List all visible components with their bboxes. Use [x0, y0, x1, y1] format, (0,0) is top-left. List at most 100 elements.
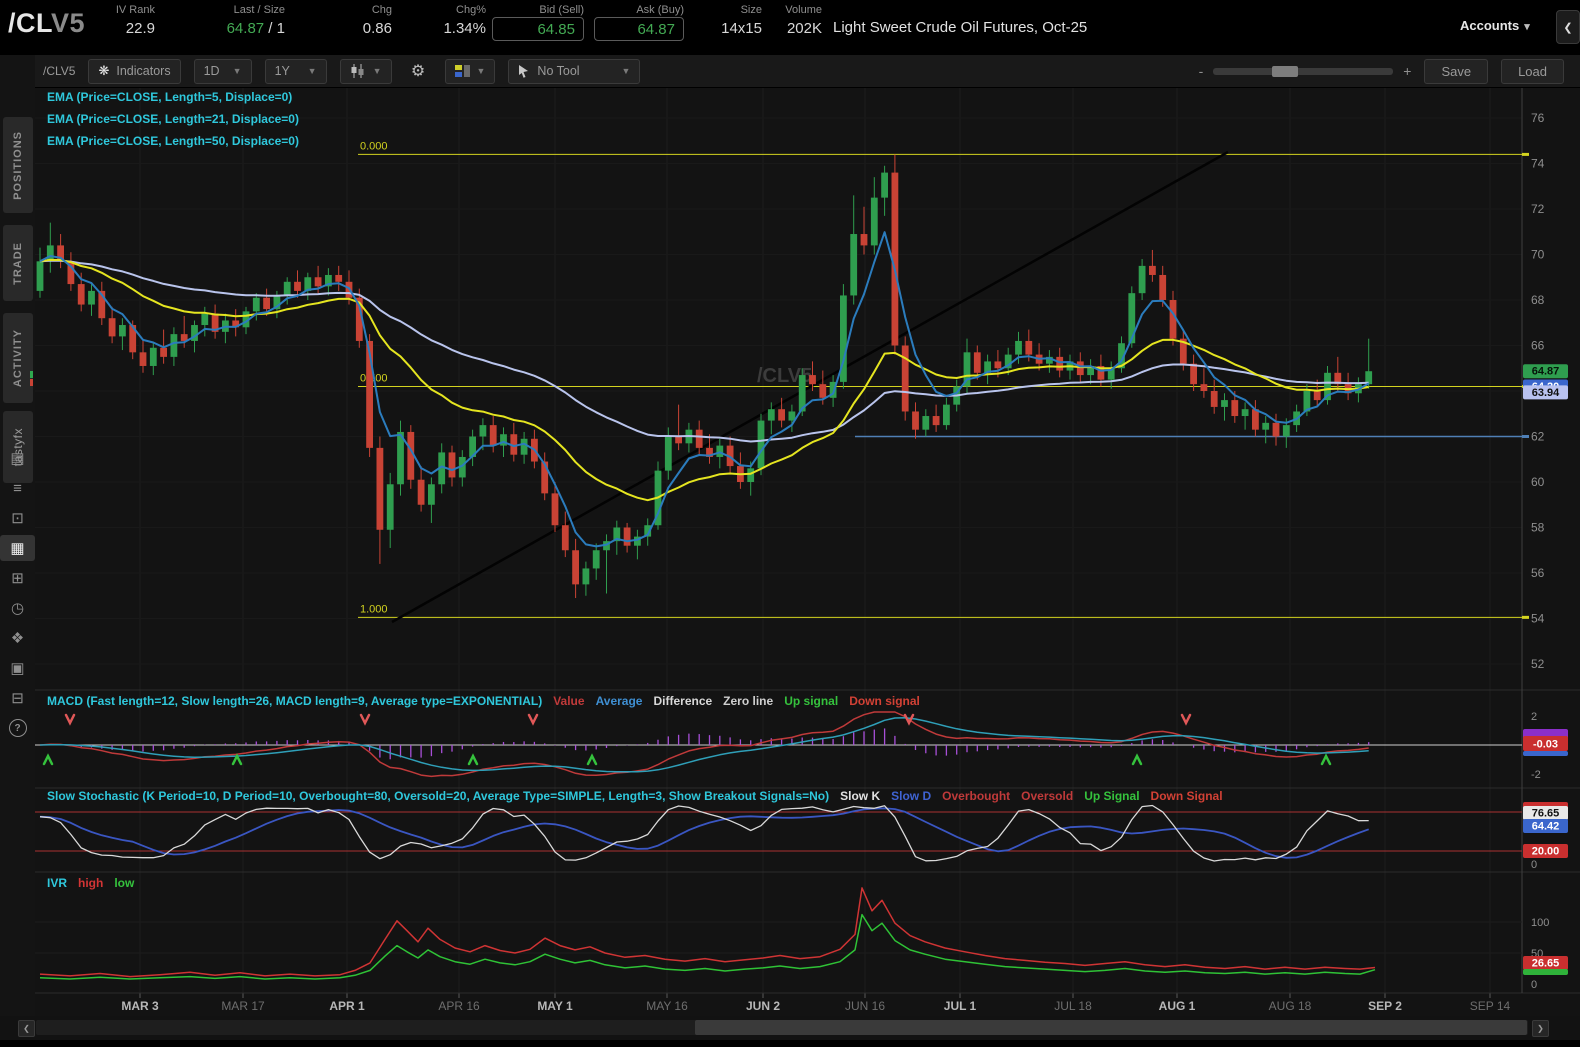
macd-study-label: MACD (Fast length=12, Slow length=26, MA…: [47, 694, 931, 708]
chevron-right-icon: ❯: [1537, 1024, 1544, 1033]
date-axis-label: JUN 2: [746, 999, 780, 1013]
accounts-menu[interactable]: Accounts ▾: [1460, 18, 1530, 33]
chart-settings-button[interactable]: ⚙: [405, 59, 432, 84]
ema50-line: [39, 259, 1369, 443]
stoch-label-title: Slow Stochastic (K Period=10, D Period=1…: [47, 789, 830, 803]
ema-label-1: EMA (Price=CLOSE, Length=21, Displace=0): [47, 112, 299, 126]
candle-body: [809, 375, 816, 385]
price-axis-label: 52: [1531, 657, 1545, 671]
indicators-button[interactable]: ❋ Indicators: [88, 58, 181, 84]
layout-dropdown[interactable]: ▼: [444, 58, 496, 84]
chart-icon[interactable]: ▦: [0, 535, 35, 561]
candle-body: [1190, 363, 1197, 385]
candle-body: [1128, 293, 1136, 344]
candle-body: [263, 297, 270, 310]
screener-icon[interactable]: ⊡: [0, 505, 35, 531]
help-icon[interactable]: ?: [0, 715, 35, 741]
traders-icon[interactable]: ❖: [0, 625, 35, 651]
candle-body: [88, 290, 95, 305]
macd-label-item-0: Value: [553, 694, 585, 708]
volume-value: 202K: [786, 20, 822, 37]
zoom-slider[interactable]: [1213, 65, 1394, 77]
package-icon[interactable]: ▣: [0, 655, 35, 681]
price-axis-label: 70: [1531, 248, 1545, 262]
collapse-panel-button[interactable]: ❮: [1556, 10, 1580, 44]
date-axis-label: JUL 18: [1054, 999, 1092, 1013]
ask-label: Ask (Buy): [636, 4, 684, 16]
candle-body: [819, 384, 827, 398]
candle-body: [1272, 422, 1280, 437]
range-dropdown[interactable]: 1Y ▼: [264, 58, 327, 84]
macd-up-signal: [1131, 753, 1143, 766]
scrollbar-thumb[interactable]: [695, 1020, 1527, 1035]
load-button[interactable]: Load: [1501, 58, 1564, 84]
grid-icon[interactable]: ⊞: [0, 565, 35, 591]
candle-body: [479, 425, 487, 437]
macd-axis-label: 2: [1531, 711, 1537, 723]
zoom-in-button[interactable]: +: [1403, 63, 1411, 79]
chevron-left-icon: ❮: [23, 1024, 30, 1033]
chart-plot[interactable]: 525456586062646668707274760.0000.5001.00…: [35, 88, 1580, 1016]
macd-up-signal: [231, 753, 243, 766]
ask-button[interactable]: 64.87: [594, 17, 684, 41]
date-axis-label: MAR 3: [121, 999, 159, 1013]
scrollbar-track[interactable]: [36, 1020, 1528, 1035]
history-icon[interactable]: ◷: [0, 595, 35, 621]
candle-body: [1252, 409, 1259, 430]
candle-body: [551, 493, 559, 526]
gear-icon: ⚙: [410, 63, 426, 80]
drawing-tool-dropdown[interactable]: No Tool ▼: [508, 58, 641, 84]
stochastic-study-label: Slow Stochastic (K Period=10, D Period=1…: [47, 789, 1234, 803]
ema-label-2: EMA (Price=CLOSE, Length=50, Displace=0): [47, 134, 299, 148]
candle-body: [860, 234, 868, 246]
timeframe-dropdown[interactable]: 1D ▼: [193, 58, 252, 84]
macd-down-signal: [1180, 713, 1192, 726]
sidebar-tab-trade[interactable]: TRADE: [3, 225, 33, 301]
sidebar-tab-activity[interactable]: ACTIVITY: [3, 313, 33, 403]
chart-style-dropdown[interactable]: ▼: [339, 58, 392, 84]
candle-body: [716, 445, 724, 457]
watchlist-icon[interactable]: ▤: [0, 445, 35, 471]
zoom-slider-thumb[interactable]: [1272, 65, 1299, 77]
price-axis-label: 72: [1531, 202, 1545, 216]
date-axis-label: APR 16: [438, 999, 480, 1013]
compare-grid-icon: [454, 64, 470, 77]
candle-body: [1313, 391, 1321, 401]
list-icon[interactable]: ≡: [0, 475, 35, 501]
sidebar-tab-label: TRADE: [12, 241, 24, 285]
chg-label: Chg: [371, 4, 392, 16]
price-axis-label: 58: [1531, 521, 1545, 535]
macd-up-signal: [1320, 753, 1332, 766]
bid-button[interactable]: 64.85: [492, 17, 584, 41]
scroll-right-button[interactable]: ❯: [1532, 1020, 1549, 1037]
save-button[interactable]: Save: [1424, 58, 1489, 84]
ivr-label-item-1: low: [114, 876, 135, 890]
last-price-badge-text: 64.87: [1532, 366, 1560, 378]
chevron-down-icon: ▾: [1524, 21, 1530, 33]
price-axis-label: 60: [1531, 475, 1545, 489]
candle-body: [139, 352, 147, 366]
sidebar-tab-positions[interactable]: POSITIONS: [3, 117, 33, 213]
futures-icon[interactable]: ⊟: [0, 685, 35, 711]
candle-body: [747, 468, 755, 482]
zoom-out-button[interactable]: -: [1199, 63, 1204, 79]
left-sidebar: POSITIONS TRADE ACTIVITY tastyfx ▤ ≡ ⊡ ▦ ⊞ ◷ ❖ ▣ ⊟?: [0, 55, 35, 1047]
bott om-strip: [0, 1040, 1580, 1047]
ivr-axis-label: 100: [1531, 917, 1549, 929]
stoch-d-badge-text: 64.42: [1532, 821, 1560, 833]
pl-marker: [30, 371, 33, 378]
candle-body: [572, 550, 579, 585]
candle-body: [1282, 425, 1290, 437]
candle-body: [1076, 361, 1084, 376]
ivr-label-title: IVR: [47, 876, 68, 890]
scroll-left-button[interactable]: ❮: [18, 1020, 35, 1037]
last-size-label: Last / Size: [233, 4, 285, 16]
size-field: Size 14x15: [698, 0, 762, 55]
price-axis-label: 54: [1531, 612, 1545, 626]
candle-body: [778, 409, 785, 421]
stoch-oversold-badge-text: 20.00: [1532, 846, 1560, 858]
candle-body: [932, 416, 940, 426]
ivr-study-label: IVR high low: [47, 876, 145, 890]
chevron-down-icon: ▼: [621, 66, 631, 76]
candle-body: [881, 172, 888, 198]
